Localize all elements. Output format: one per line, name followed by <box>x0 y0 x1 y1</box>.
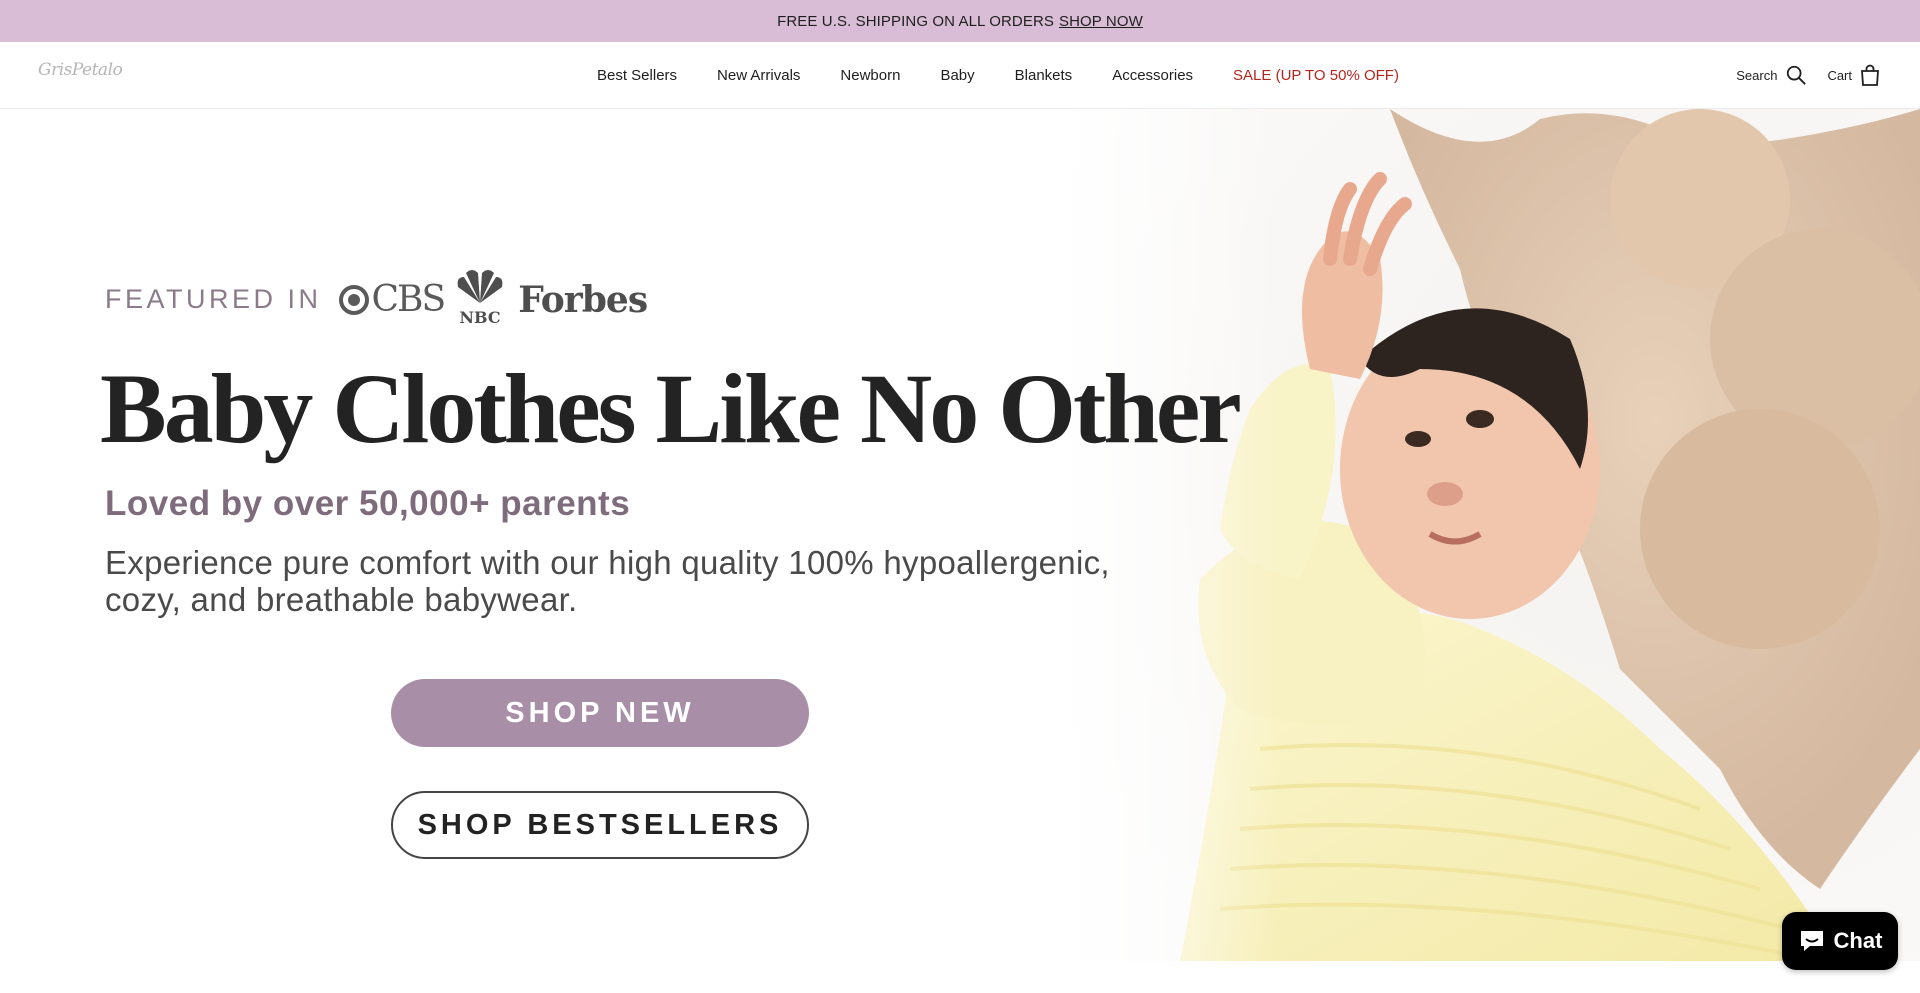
hero-image-baby <box>1060 109 1920 961</box>
cbs-logo: CBS <box>338 279 446 320</box>
nav-newborn[interactable]: Newborn <box>840 67 900 84</box>
shop-bestsellers-button[interactable]: SHOP BESTSELLERS <box>391 791 809 859</box>
site-header: GrisPetalo Best Sellers New Arrivals New… <box>0 42 1920 109</box>
featured-in-row: FEATURED IN CBS NBC Forbes <box>105 269 648 330</box>
featured-label: FEATURED IN <box>105 284 322 314</box>
shop-new-button[interactable]: SHOP NEW <box>391 679 809 747</box>
nav-accessories[interactable]: Accessories <box>1112 67 1193 84</box>
header-actions: Search Cart <box>1716 42 1880 108</box>
chat-bubble-icon <box>1800 931 1823 951</box>
nbc-peacock-icon: NBC <box>457 270 503 327</box>
hero-description-line-1: Experience pure comfort with our high qu… <box>105 544 1110 581</box>
cart-button[interactable]: Cart <box>1827 64 1880 86</box>
hero-description: Experience pure comfort with our high qu… <box>105 544 1205 618</box>
nav-baby[interactable]: Baby <box>940 67 974 84</box>
hero-banner: FEATURED IN CBS NBC Forbes Baby Clothes … <box>0 109 1920 961</box>
announcement-bar: FREE U.S. SHIPPING ON ALL ORDERS SHOP NO… <box>0 0 1920 42</box>
search-button[interactable]: Search <box>1736 64 1807 86</box>
search-icon <box>1787 65 1807 85</box>
logo[interactable]: GrisPetalo <box>38 60 123 90</box>
hero-description-line-2: cozy, and breathable babywear. <box>105 581 578 618</box>
main-nav: Best Sellers New Arrivals Newborn Baby B… <box>597 42 1399 108</box>
hero-headline: Baby Clothes Like No Other <box>100 353 1242 464</box>
nbc-logo: NBC <box>452 269 508 330</box>
nav-blankets[interactable]: Blankets <box>1015 67 1073 84</box>
hero-subheadline: Loved by over 50,000+ parents <box>105 484 631 523</box>
nav-new-arrivals[interactable]: New Arrivals <box>717 67 800 84</box>
nav-best-sellers[interactable]: Best Sellers <box>597 67 677 84</box>
svg-text:NBC: NBC <box>460 308 501 325</box>
cbs-eye-icon <box>338 285 369 315</box>
forbes-logo: Forbes <box>518 278 648 321</box>
search-label: Search <box>1736 67 1778 83</box>
cart-label: Cart <box>1827 67 1852 83</box>
chat-label: Chat <box>1833 928 1883 953</box>
chat-button[interactable]: Chat <box>1782 912 1898 970</box>
shop-now-link[interactable]: SHOP NOW <box>1059 13 1143 30</box>
logo-text: GrisPetalo <box>38 60 123 80</box>
shopping-bag-icon <box>1861 64 1879 86</box>
announcement-text: FREE U.S. SHIPPING ON ALL ORDERS <box>777 12 1054 30</box>
nav-sale[interactable]: SALE (UP TO 50% OFF) <box>1233 67 1399 84</box>
image-fade <box>1060 109 1280 961</box>
